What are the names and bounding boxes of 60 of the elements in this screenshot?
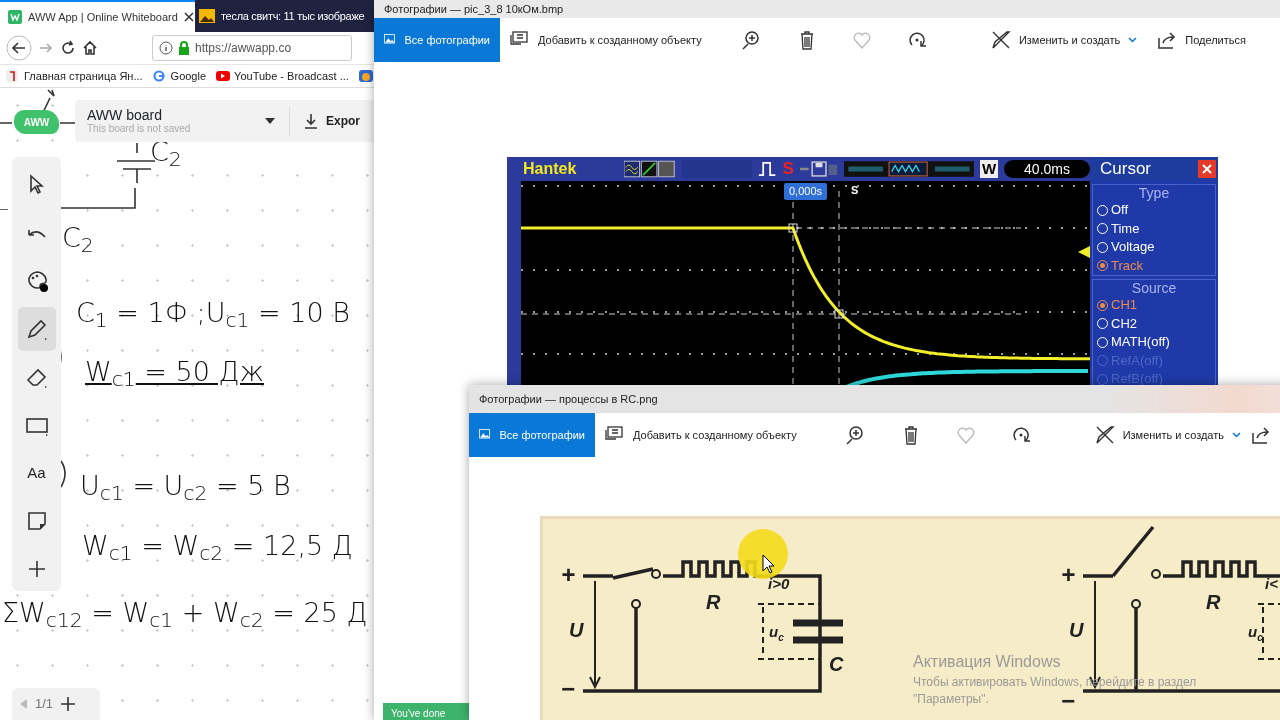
component-label: R	[706, 591, 721, 613]
radio-option[interactable]: Voltage	[1097, 238, 1211, 257]
terminal-label: +	[561, 561, 575, 588]
activation-title: Активация Windows	[913, 652, 1062, 672]
window-title: Фотографии — процессы в RC.png	[469, 385, 1280, 413]
current-label: i<	[1265, 575, 1278, 592]
radio-option[interactable]: Off	[1097, 201, 1211, 220]
timebase-readout: 40.0ms	[1004, 160, 1090, 178]
radio-option[interactable]: CH1	[1097, 296, 1211, 315]
logo: AWW	[14, 110, 59, 134]
voltage-label: u$_{c}$	[1248, 623, 1263, 643]
scope-brand: Hantek	[523, 159, 578, 179]
window-title: Фотографии — pic_3_8 10кОм.bmp	[374, 0, 1280, 18]
address-text: https://awwapp.co	[195, 40, 292, 57]
export-button[interactable]: Expor	[289, 106, 360, 136]
component-label: C	[829, 653, 844, 675]
text-tool[interactable]: Aa	[17, 451, 56, 495]
trigger-mode: S	[782, 158, 794, 181]
bookmark[interactable]: Главная страница Ян...	[6, 67, 143, 85]
trigger-time: 0,000s	[784, 183, 828, 200]
handwritten-note: C$_{1}$ = 1Ф ;U$_{c1}$ = 10 В	[76, 296, 350, 334]
terminal-label: +	[1061, 561, 1075, 588]
component-label: R	[1206, 591, 1221, 613]
handwritten-note: U$_{c1}$ = U$_{c2}$ = 5 В	[80, 469, 291, 507]
group-title: Type	[1137, 185, 1171, 201]
share-button[interactable]: Поделиться	[1147, 18, 1256, 62]
add-button[interactable]: Добавить к созданному объекту	[500, 18, 712, 62]
browser-tab[interactable]: AWW App | Online Whiteboard	[0, 0, 195, 32]
board-title: AWW board	[87, 107, 163, 124]
activation-message: "Параметры".	[913, 691, 989, 708]
all-button[interactable]: Все фотографии	[469, 413, 595, 457]
current-label: i>0	[768, 575, 790, 592]
edit-button[interactable]: Изменить и создать	[980, 18, 1148, 62]
handwritten-note: ΣW$_{c12}$ = W$_{c1}$ + W$_{c2}$ = 25 Д	[2, 596, 368, 634]
save-status: This board is not saved	[87, 123, 192, 135]
terminal-label: −	[1061, 687, 1075, 714]
handwritten-note: W$_{c1}$ = W$_{c2}$ = 12,5 Д	[82, 529, 353, 567]
bookmark[interactable]: YouTube - Broadcast ...	[216, 67, 349, 85]
handwritten-note: W$_{c1}$ = 50 Дж	[85, 355, 264, 393]
voltage-label: U	[569, 619, 584, 641]
group-title: Source	[1130, 280, 1178, 296]
window-mode: W	[979, 160, 999, 178]
edit-button[interactable]: Изменить и создать	[1084, 413, 1251, 457]
radio-option[interactable]: Time	[1097, 219, 1211, 238]
panel-title: Cursor	[1100, 158, 1151, 181]
radio-option[interactable]: Track	[1097, 256, 1211, 275]
radio-option[interactable]: CH2	[1097, 314, 1211, 333]
handwritten-note: C$_{2}$	[62, 221, 94, 259]
browser-tab[interactable]: тесла свитч: 11 тыс изображе	[195, 0, 369, 32]
address-bar[interactable]: https://awwapp.co	[152, 35, 352, 61]
page-indicator: 1/1	[35, 695, 54, 714]
voltage-label: u$_{c}$	[769, 623, 784, 643]
terminal-label: −	[561, 675, 575, 702]
radio-option[interactable]: MATH(off)	[1097, 333, 1211, 352]
all-button[interactable]: Все фотографии	[374, 18, 500, 62]
add-button[interactable]: Добавить к созданному объекту	[595, 413, 807, 457]
notification: You've done	[383, 703, 469, 720]
trigger-marker: S	[851, 183, 859, 198]
bookmark[interactable]: Google	[152, 67, 207, 85]
voltage-label: U	[1069, 619, 1084, 641]
